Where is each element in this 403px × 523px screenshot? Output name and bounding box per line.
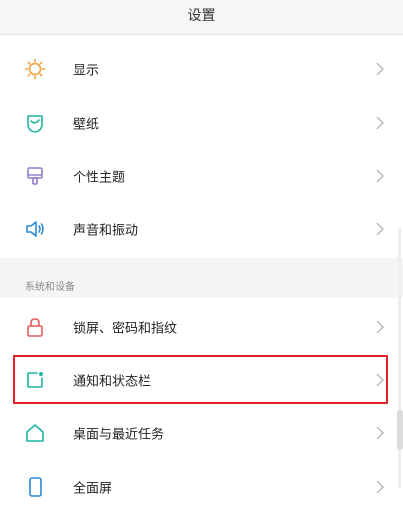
chevron-right-icon — [375, 168, 385, 184]
home-icon — [24, 422, 46, 444]
settings-item-label: 全面屏 — [73, 481, 113, 496]
chevron-right-icon — [375, 479, 385, 495]
chevron-right-icon — [375, 425, 385, 441]
lock-icon — [24, 316, 46, 338]
chevron-right-icon — [375, 115, 385, 131]
settings-item-label: 锁屏、密码和指纹 — [73, 321, 178, 336]
sun-icon — [24, 58, 46, 80]
phone-icon — [24, 476, 46, 498]
theme-brush-icon — [24, 165, 46, 187]
section-header: 系统和设备 — [25, 282, 75, 293]
settings-item-lock-screen[interactable]: 锁屏、密码和指纹 — [0, 300, 403, 353]
chevron-right-icon — [375, 319, 385, 335]
settings-item-theme[interactable]: 个性主题 — [0, 149, 403, 202]
settings-item-label: 个性主题 — [73, 170, 126, 185]
scrollbar-thumb[interactable] — [397, 410, 403, 450]
settings-item-fullscreen[interactable]: 全面屏 — [0, 460, 403, 513]
title-bar: 设置 — [0, 0, 403, 35]
chevron-right-icon — [375, 61, 385, 77]
speaker-icon — [24, 218, 46, 240]
settings-item-wallpaper[interactable]: 壁纸 — [0, 96, 403, 149]
settings-item-display[interactable]: 显示 — [0, 42, 403, 95]
highlight-box — [13, 355, 388, 404]
settings-item-sound[interactable]: 声音和振动 — [0, 202, 403, 255]
chevron-right-icon — [375, 221, 385, 237]
settings-item-label: 显示 — [73, 63, 100, 78]
settings-item-label: 声音和振动 — [73, 223, 139, 238]
settings-item-home-screen[interactable]: 桌面与最近任务 — [0, 406, 403, 459]
wallpaper-icon — [24, 112, 46, 134]
settings-item-label: 壁纸 — [73, 117, 100, 132]
settings-item-label: 桌面与最近任务 — [73, 427, 165, 442]
page-title: 设置 — [187, 8, 216, 24]
